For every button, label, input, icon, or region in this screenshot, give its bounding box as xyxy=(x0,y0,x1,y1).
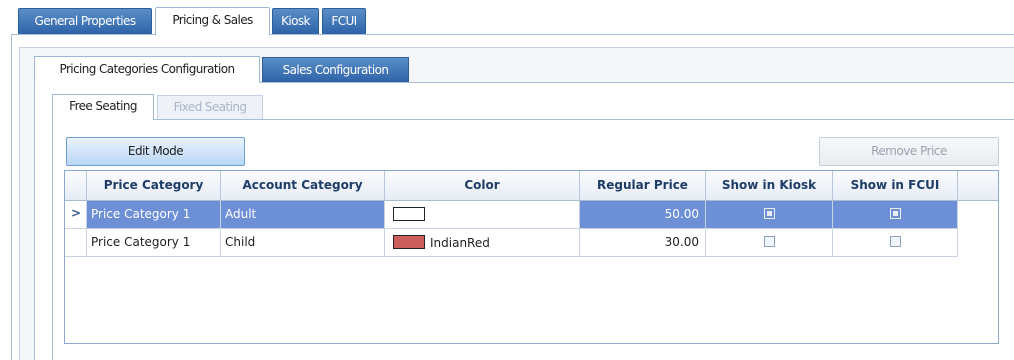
color-swatch xyxy=(393,207,425,221)
tab-fcui[interactable]: FCUI xyxy=(322,8,366,34)
cell-regular-price[interactable]: 30.00 xyxy=(580,229,706,257)
cell-account-category[interactable]: Child xyxy=(221,229,385,257)
tab-sales-configuration[interactable]: Sales Configuration xyxy=(262,57,409,82)
show-in-kiosk-checkbox[interactable] xyxy=(763,236,775,247)
show-in-fcui-checkbox[interactable] xyxy=(889,236,901,247)
tab-pricing-categories-configuration[interactable]: Pricing Categories Configuration xyxy=(34,56,260,83)
row-indicator xyxy=(65,229,87,257)
cell-show-in-fcui[interactable] xyxy=(833,201,958,229)
tab-general-properties[interactable]: General Properties xyxy=(18,8,152,34)
color-name: IndianRed xyxy=(430,236,490,250)
cell-show-in-kiosk[interactable] xyxy=(706,229,833,257)
tab-free-seating[interactable]: Free Seating xyxy=(52,94,154,120)
main-tab-strip: General Properties Pricing & Sales Kiosk… xyxy=(0,0,1014,35)
cell-price-category[interactable]: Price Category 1 xyxy=(87,229,221,257)
show-in-fcui-checkbox[interactable] xyxy=(889,208,901,219)
cell-show-in-fcui[interactable] xyxy=(833,229,958,257)
row-indicator-header xyxy=(65,171,87,201)
column-header-price-category[interactable]: Price Category xyxy=(87,171,221,201)
column-header-color[interactable]: Color xyxy=(385,171,580,201)
show-in-kiosk-checkbox[interactable] xyxy=(763,208,775,219)
remove-price-button: Remove Price xyxy=(819,137,999,166)
tab-fixed-seating: Fixed Seating xyxy=(157,95,263,119)
column-header-regular-price[interactable]: Regular Price xyxy=(580,171,706,201)
cell-price-category[interactable]: Price Category 1 xyxy=(87,201,221,229)
cell-account-category[interactable]: Adult xyxy=(221,201,385,229)
cell-color[interactable] xyxy=(385,201,580,229)
tab-pricing-and-sales[interactable]: Pricing & Sales xyxy=(155,7,270,35)
cell-show-in-kiosk[interactable] xyxy=(706,201,833,229)
edit-mode-button[interactable]: Edit Mode xyxy=(66,137,245,166)
table-row[interactable]: Price Category 1 Child IndianRed 30.00 xyxy=(65,229,958,257)
tab-kiosk[interactable]: Kiosk xyxy=(272,8,319,34)
column-header-show-in-fcui[interactable]: Show in FCUI xyxy=(833,171,958,201)
color-swatch xyxy=(393,235,425,249)
cell-regular-price[interactable]: 50.00 xyxy=(580,201,706,229)
table-row[interactable]: > Price Category 1 Adult 50.00 xyxy=(65,201,958,229)
row-indicator: > xyxy=(65,201,87,229)
column-header-account-category[interactable]: Account Category xyxy=(221,171,385,201)
price-grid[interactable]: Price Category Account Category Color Re… xyxy=(64,170,999,344)
header-filler xyxy=(958,171,998,201)
cell-color[interactable]: IndianRed xyxy=(385,229,580,257)
column-header-show-in-kiosk[interactable]: Show in Kiosk xyxy=(706,171,833,201)
